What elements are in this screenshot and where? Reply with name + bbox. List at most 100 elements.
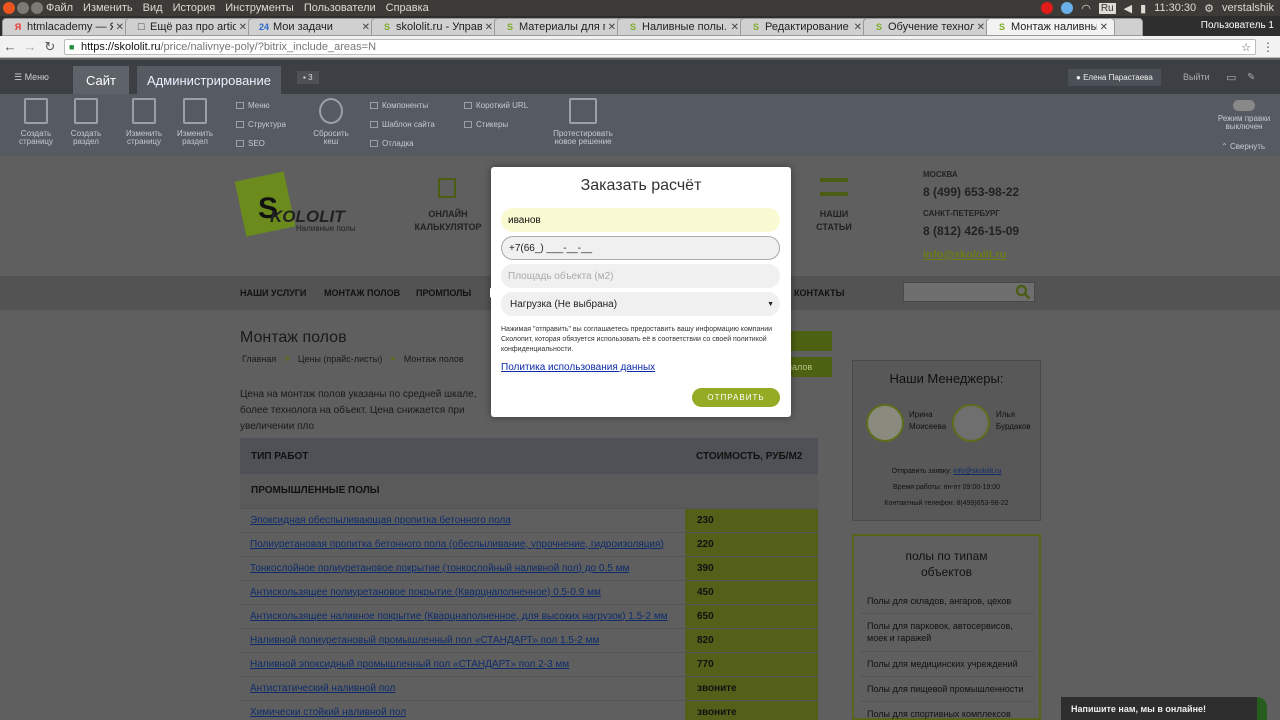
work-link[interactable]: Антистатический наливной пол	[240, 676, 685, 701]
browser-tab[interactable]: ☐ Ещё раз про article✕	[125, 18, 254, 36]
menu-item[interactable]: Меню	[236, 101, 270, 110]
send-button[interactable]: ОТПРАВИТЬ	[692, 388, 780, 407]
work-link[interactable]: Эпоксидная обеспыливающая пропитка бетон…	[240, 508, 685, 533]
bookmark-star-icon[interactable]: ☆	[1241, 41, 1251, 54]
articles-icon[interactable]	[820, 178, 848, 196]
test-solution-button[interactable]: Протестировать новое решение	[552, 98, 614, 146]
browser-tab[interactable]: Sskololit.ru - Управл ✕	[371, 18, 500, 36]
crumb-home[interactable]: Главная	[242, 354, 276, 364]
logout-link[interactable]: Выйти	[1183, 72, 1210, 82]
short-url-item[interactable]: Короткий URL	[464, 101, 528, 110]
area-field[interactable]: Площадь объекта (м2)	[501, 264, 780, 288]
keyboard-layout[interactable]: Ru	[1098, 2, 1116, 14]
collapse-link[interactable]: ⌃ Свернуть	[1221, 142, 1265, 151]
send-email-link[interactable]: info@skololit.ru	[953, 468, 1001, 475]
our-articles-link[interactable]: НАШИ СТАТЬИ	[804, 208, 864, 234]
close-tab-icon[interactable]: ✕	[854, 22, 862, 33]
os-menu-history[interactable]: История	[173, 2, 216, 14]
admin-user-button[interactable]: ● Елена Парастаева	[1068, 68, 1161, 86]
work-link[interactable]: Антискользящее полиуретановое покрытие (…	[240, 580, 685, 605]
close-window-icon[interactable]	[3, 2, 15, 14]
phone-field[interactable]: +7(66_) ___-__-__	[501, 236, 780, 260]
online-calculator-link[interactable]: ОНЛАЙН КАЛЬКУЛЯТОР	[413, 208, 483, 234]
battery-icon[interactable]: ▮	[1140, 2, 1146, 15]
structure-item[interactable]: Структура	[236, 120, 286, 129]
create-section-button[interactable]: Создать раздел	[64, 98, 108, 146]
browser-tab[interactable]: S Обучение техноло ✕	[863, 18, 992, 36]
messenger-icon[interactable]	[1061, 2, 1074, 14]
nav-industrial-floors[interactable]: ПРОМПОЛЫ	[416, 288, 471, 298]
tab-site[interactable]: Сайт	[73, 66, 129, 94]
close-tab-icon[interactable]: ✕	[608, 22, 616, 33]
browser-tab[interactable]: 24 Мои задачи ✕	[248, 18, 377, 36]
floor-type-link[interactable]: Полы для медицинских учреждений	[867, 658, 1027, 670]
os-menu-tools[interactable]: Инструменты	[225, 2, 294, 14]
create-page-button[interactable]: Создать страницу	[14, 98, 58, 146]
maximize-window-icon[interactable]	[31, 2, 43, 14]
browser-tab[interactable]: S Материалы для пр✕	[494, 18, 623, 36]
pin-icon[interactable]: ✎	[1247, 72, 1255, 83]
work-link[interactable]: Антискользящее наливное покрытие (Кварцн…	[240, 604, 685, 629]
clock[interactable]: 11:30:30	[1154, 2, 1196, 14]
back-icon[interactable]: ←	[0, 39, 20, 54]
privacy-policy-link[interactable]: Политика использования данных	[501, 362, 655, 373]
edit-page-button[interactable]: Изменить страницу	[122, 98, 166, 146]
wifi-icon[interactable]: ◠	[1081, 2, 1091, 15]
browser-menu-icon[interactable]: ⋮	[1262, 40, 1274, 54]
work-link[interactable]: Тонкослойное полиуретановое покрытие (то…	[240, 556, 685, 581]
browser-profile[interactable]: Пользователь 1	[1201, 16, 1274, 34]
phone-moscow[interactable]: 8 (499) 653-98-22	[923, 185, 1019, 199]
browser-tab[interactable]: S Редактирование с ✕	[740, 18, 869, 36]
forward-icon[interactable]: →	[20, 39, 40, 54]
email-link[interactable]: info@skololit.ru	[923, 249, 1006, 261]
close-tab-icon[interactable]: ✕	[977, 22, 985, 33]
seo-item[interactable]: SEO	[236, 139, 265, 148]
nav-contacts[interactable]: КОНТАКТЫ	[794, 288, 844, 298]
browser-tab[interactable]: S Наливные полы. П✕	[617, 18, 746, 36]
url-field[interactable]: ■ https://skololit.ru/price/nalivnye-pol…	[64, 39, 1256, 55]
close-tab-icon[interactable]: ✕	[1100, 22, 1108, 33]
floor-type-link[interactable]: Полы для складов, ангаров, цехов	[867, 595, 1027, 607]
settings-gear-icon[interactable]: ⚙	[1204, 2, 1214, 15]
os-menu-edit[interactable]: Изменить	[83, 2, 133, 14]
floor-type-link[interactable]: Полы для парковок, автосервисов, моек и …	[867, 620, 1027, 644]
components-item[interactable]: Компоненты	[370, 101, 428, 110]
debug-item[interactable]: Отладка	[370, 139, 414, 148]
nav-services[interactable]: НАШИ УСЛУГИ	[240, 288, 306, 298]
load-select[interactable]: Нагрузка (Не выбрана) ▼	[501, 292, 780, 316]
site-template-item[interactable]: Шаблон сайта	[370, 120, 435, 129]
work-link[interactable]: Наливной полиуретановый промышленный пол…	[240, 628, 685, 653]
close-tab-icon[interactable]: ✕	[731, 22, 739, 33]
work-link[interactable]: Химически стойкий наливной пол	[240, 700, 685, 720]
reload-icon[interactable]: ↻	[40, 39, 60, 55]
phone-spb[interactable]: 8 (812) 426-15-09	[923, 224, 1019, 238]
nav-floor-installation[interactable]: МОНТАЖ ПОЛОВ	[324, 288, 400, 298]
search-icon[interactable]	[1015, 284, 1031, 300]
os-user[interactable]: verstalshik	[1222, 2, 1274, 14]
crumb-prices[interactable]: Цены (прайс-листы)	[298, 354, 382, 364]
os-menu-view[interactable]: Вид	[143, 2, 163, 14]
close-tab-icon[interactable]: ✕	[116, 22, 124, 33]
name-field[interactable]: иванов	[501, 208, 780, 232]
os-menu-users[interactable]: Пользователи	[304, 2, 376, 14]
work-link[interactable]: Полиуретановая пропитка бетонного пола (…	[240, 532, 685, 557]
calculator-icon[interactable]	[438, 178, 456, 198]
stickers-item[interactable]: Стикеры	[464, 120, 508, 129]
minimize-window-icon[interactable]	[17, 2, 29, 14]
online-chat-widget[interactable]: Напишите нам, мы в онлайне!	[1061, 697, 1257, 720]
browser-tab-active[interactable]: S Монтаж наливных ✕	[986, 18, 1115, 36]
record-icon[interactable]	[1041, 2, 1054, 14]
edit-section-button[interactable]: Изменить раздел	[173, 98, 217, 146]
tab-administration[interactable]: Администрирование	[137, 66, 281, 94]
window-icon[interactable]: ▭	[1226, 71, 1236, 84]
floor-type-link[interactable]: Полы для спортивных комплексов	[867, 708, 1027, 720]
admin-menu-button[interactable]: ☰ Меню	[14, 72, 49, 83]
os-menu-file[interactable]: Файл	[46, 2, 73, 14]
close-tab-icon[interactable]: ✕	[485, 22, 493, 33]
volume-icon[interactable]: ◀	[1124, 2, 1132, 15]
close-tab-icon[interactable]: ✕	[362, 22, 370, 33]
notifications-badge[interactable]: ▪ 3	[297, 70, 319, 84]
browser-tab[interactable]: Яhtmlacademy — Ян✕	[2, 18, 131, 36]
edit-mode-toggle[interactable]	[1233, 100, 1255, 111]
work-link[interactable]: Наливной эпоксидный промышленный пол «СТ…	[240, 652, 685, 677]
